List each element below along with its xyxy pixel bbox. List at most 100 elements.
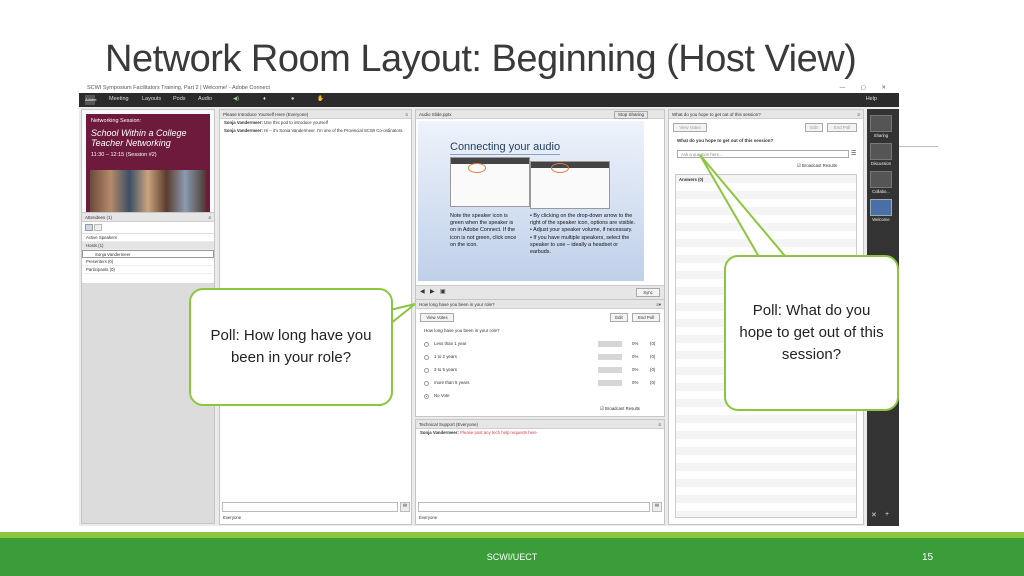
- submit-icon[interactable]: ☰: [851, 150, 856, 157]
- participants-row[interactable]: Participants (0): [82, 266, 214, 274]
- broadcast-results-checkbox[interactable]: ☑ Broadcast Results: [797, 163, 837, 169]
- prev-slide-icon[interactable]: ◀: [420, 288, 425, 295]
- add-icon[interactable]: +: [885, 511, 889, 518]
- edit-poll-button[interactable]: Edit: [610, 313, 628, 322]
- menu-help[interactable]: Help: [866, 96, 877, 102]
- result-bar: [598, 341, 622, 347]
- toggle-icon[interactable]: ▣: [440, 288, 446, 295]
- slide-bullet: • By clicking on the drop-down arrow to …: [530, 213, 636, 227]
- microphone-icon[interactable]: ♦: [263, 96, 266, 102]
- webcam-icon[interactable]: ●: [291, 96, 294, 102]
- view-votes-button[interactable]: View Votes: [420, 313, 454, 322]
- answer-input[interactable]: Ask a question here...: [677, 150, 849, 158]
- result-bar: [598, 367, 622, 373]
- slide-left-text: Note the speaker icon is green when the …: [450, 213, 517, 248]
- active-speakers-row[interactable]: Active Speakers: [82, 234, 214, 242]
- attendees-header: Attendees (1) ≡: [82, 213, 214, 222]
- attendee-toolbar: [82, 222, 214, 234]
- layout-welcome[interactable]: Welcome: [870, 199, 892, 222]
- grid-view-icon[interactable]: [94, 224, 103, 231]
- end-poll-button[interactable]: End Poll: [827, 123, 857, 132]
- end-poll-button[interactable]: End Poll: [632, 313, 660, 322]
- pod-menu-icon[interactable]: ≡: [208, 213, 211, 222]
- callout-poll-hopes: Poll: What do you hope to get out of thi…: [724, 255, 899, 411]
- screenshot-mock-left: [450, 157, 530, 207]
- speaker-icon[interactable]: ◀): [233, 96, 239, 102]
- broadcast-results-checkbox[interactable]: ☑ Broadcast Results: [600, 406, 640, 412]
- window-title: SCWI Symposium Facilitators Training, Pa…: [87, 85, 270, 91]
- hosts-row[interactable]: Hosts (1): [82, 242, 214, 250]
- poll-option[interactable]: 1 to 2 years 0% (0): [422, 351, 660, 363]
- decorative-line: [898, 146, 938, 147]
- pod-menu-icon[interactable]: ≡▾: [656, 300, 661, 309]
- poll-option[interactable]: 3 to 5 years 0% (0): [422, 364, 660, 376]
- poll-option[interactable]: more than 5 years 0% (0): [422, 377, 660, 389]
- tech-support-pod: Technical Support (Everyone) ≡ Sonja Vand…: [415, 419, 665, 525]
- intro-chat-header: Please Introduce Yourself Here (Everyone…: [220, 110, 411, 119]
- slide-bullet: • Adjust your speaker volume, if necessa…: [530, 227, 633, 234]
- audio-slide-pod: Audio Slide.pptx Stop Sharing Connecting …: [415, 109, 665, 300]
- pod-menu-icon[interactable]: ≡: [658, 420, 661, 429]
- poll-option[interactable]: Less than 1 year 0% (0): [422, 338, 660, 350]
- callout-poll-role: Poll: How long have you been in your rol…: [189, 288, 393, 406]
- menu-bar: Adobe Meeting Layouts Pods Audio ◀) ♦ ● …: [79, 93, 899, 107]
- poll-role-pod: How long have you been in your role? ≡▾ V…: [415, 299, 665, 417]
- chat-recipient[interactable]: Everyone: [223, 515, 241, 520]
- banner-line-3: 11:30 – 12:15 (Session #2): [91, 152, 157, 158]
- poll-question: How long have you been in your role?: [424, 328, 500, 333]
- raise-hand-icon[interactable]: ✋: [317, 96, 324, 102]
- callout-text: Poll: How long have you been in your rol…: [210, 327, 372, 366]
- pod-menu-icon[interactable]: ≡: [857, 110, 860, 119]
- result-bar: [598, 380, 622, 386]
- list-view-icon[interactable]: [85, 224, 93, 231]
- slide: Network Room Layout: Beginning (Host Vie…: [0, 0, 1024, 576]
- menu-pods[interactable]: Pods: [173, 96, 186, 102]
- result-bar: [598, 354, 622, 360]
- screenshot-mock-right: [530, 161, 610, 209]
- chat-input[interactable]: [222, 502, 398, 512]
- send-icon[interactable]: ✉: [400, 502, 410, 512]
- slide-title: Network Room Layout: Beginning (Host Vie…: [105, 38, 857, 80]
- slide-content: Connecting your audio Note the speaker i…: [418, 121, 644, 281]
- networking-banner: Networking Session: School Within a Coll…: [86, 114, 210, 216]
- slide-heading-underline: [450, 154, 560, 155]
- audio-slide-header: Audio Slide.pptx Stop Sharing: [416, 110, 664, 119]
- highlight-circle: [468, 163, 486, 173]
- callout-text: Poll: What do you hope to get out of thi…: [739, 302, 884, 363]
- slide-bullet: • If you have multiple speakers, select …: [530, 234, 630, 256]
- tech-chat-recipient[interactable]: Everyone: [419, 515, 437, 520]
- layout-collaboration[interactable]: Collabo...: [870, 171, 892, 194]
- slide-controls: ◀ ▶ ▣ Sync: [416, 285, 664, 299]
- layout-discussion[interactable]: Discussion: [870, 143, 892, 166]
- pod-menu-icon[interactable]: ≡: [405, 110, 408, 119]
- highlight-circle: [551, 163, 569, 173]
- menu-meeting[interactable]: Meeting: [109, 96, 129, 102]
- next-slide-icon[interactable]: ▶: [430, 288, 435, 295]
- layout-sharing[interactable]: Sharing: [870, 115, 892, 138]
- answers-count: Answers (0): [679, 177, 704, 182]
- slide-bullets: • By clicking on the drop-down arrow to …: [530, 213, 638, 256]
- page-number: 15: [922, 552, 934, 563]
- poll-option-no-vote[interactable]: No Vote: [422, 390, 660, 402]
- stop-sharing-button[interactable]: Stop Sharing: [613, 111, 648, 119]
- chat-message: Sonja Vandermeer: Please post any tech h…: [420, 430, 537, 435]
- send-icon[interactable]: ✉: [652, 502, 662, 512]
- edit-poll-button[interactable]: Edit: [805, 123, 823, 132]
- presenters-row[interactable]: Presenters (0): [82, 258, 214, 266]
- slide-footer: SCWI/UECT 15: [0, 538, 1024, 576]
- banner-pod: Networking Session: School Within a Coll…: [81, 109, 215, 217]
- tech-support-header: Technical Support (Everyone) ≡: [416, 420, 664, 429]
- menu-layouts[interactable]: Layouts: [142, 96, 161, 102]
- attendee-sonja[interactable]: Sonja Vandermeer: [82, 250, 214, 258]
- tech-chat-input[interactable]: [418, 502, 650, 512]
- poll-hopes-header: What do you hope to get out of this sess…: [669, 110, 863, 119]
- view-votes-button[interactable]: View Votes: [673, 123, 707, 132]
- adobe-logo-icon: Adobe: [85, 95, 97, 105]
- menu-audio[interactable]: Audio: [198, 96, 212, 102]
- sync-button[interactable]: Sync: [636, 288, 660, 297]
- chat-message: Sonja Vandermeer: Hi – it's Sonia Vander…: [224, 128, 404, 133]
- tools-icon[interactable]: ✕: [871, 511, 877, 519]
- window-controls[interactable]: — ▢ ✕: [840, 83, 893, 93]
- footer-text: SCWI/UECT: [486, 552, 538, 562]
- slide-heading: Connecting your audio: [450, 141, 561, 153]
